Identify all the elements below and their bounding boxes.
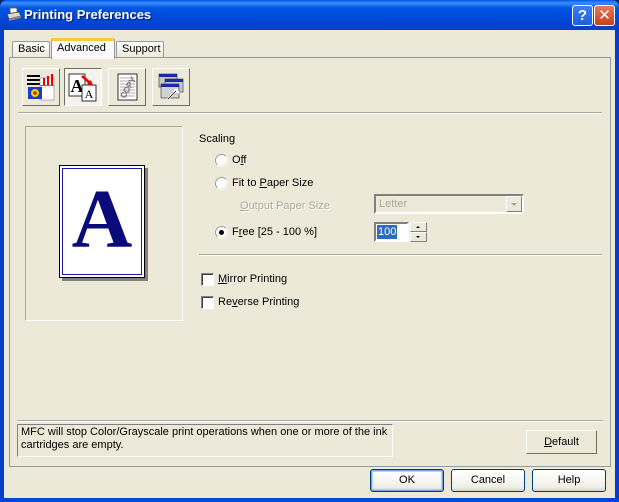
- scaling-button[interactable]: A A: [64, 68, 102, 106]
- window-title: Printing Preferences: [24, 7, 152, 22]
- color-quality-button[interactable]: [22, 68, 60, 106]
- preview-letter: A: [71, 173, 133, 266]
- tab-advanced[interactable]: Advanced: [51, 38, 115, 59]
- reverse-printing-label[interactable]: Reverse Printing: [218, 296, 299, 308]
- cancel-button[interactable]: Cancel: [451, 469, 525, 492]
- preview-box: A: [25, 126, 183, 321]
- svg-text:A: A: [71, 76, 84, 96]
- status-separator: [17, 420, 603, 422]
- window-frame-bottom: [0, 498, 619, 502]
- close-button[interactable]: ✕: [594, 5, 615, 26]
- ok-button[interactable]: OK: [370, 469, 444, 492]
- mirror-printing-checkbox[interactable]: [201, 273, 214, 286]
- advanced-panel: A A COPY A Scaling Off Fit to Paper Size…: [9, 57, 611, 467]
- spin-down-button[interactable]: [410, 232, 427, 242]
- radio-free[interactable]: [215, 226, 228, 239]
- default-button[interactable]: Default: [526, 430, 597, 454]
- title-bar[interactable]: Printing Preferences ? ✕: [0, 0, 619, 30]
- free-scale-spinner: [410, 222, 427, 242]
- free-scale-input[interactable]: 100: [374, 222, 409, 242]
- preview-page: A: [59, 165, 145, 278]
- radio-fit-to-paper-size[interactable]: [215, 177, 228, 190]
- free-scale-value[interactable]: 100: [377, 225, 398, 239]
- tab-support[interactable]: Support: [116, 41, 164, 58]
- radio-off-label[interactable]: Off: [232, 154, 246, 166]
- help-title-button[interactable]: ?: [572, 5, 593, 26]
- scaling-group-label: Scaling: [199, 133, 236, 145]
- printing-preferences-window: Printing Preferences ? ✕ Basic Advanced …: [0, 0, 619, 502]
- scaling-icon: A A: [68, 73, 97, 102]
- status-message: MFC will stop Color/Grayscale print oper…: [17, 424, 393, 457]
- radio-free-label[interactable]: Free [25 - 100 %]: [232, 226, 317, 238]
- chevron-down-icon[interactable]: [506, 196, 522, 212]
- svg-text:A: A: [85, 87, 94, 101]
- watermark-copy-icon: COPY: [117, 73, 138, 101]
- printer-icon: [6, 7, 22, 21]
- radio-off[interactable]: [215, 154, 228, 167]
- device-options-button[interactable]: [152, 68, 190, 106]
- device-options-icon: [158, 73, 184, 100]
- output-paper-size-select[interactable]: Letter: [374, 194, 524, 214]
- radio-selected-dot: [219, 230, 224, 235]
- dialog-client: Basic Advanced Support A A COPY A Scalin…: [4, 30, 615, 498]
- color-quality-icon: [27, 74, 55, 101]
- spin-up-button[interactable]: [410, 222, 427, 232]
- tab-basic[interactable]: Basic: [12, 41, 50, 58]
- radio-fit-to-paper-size-label[interactable]: Fit to Paper Size: [232, 177, 313, 189]
- toolbar-separator: [18, 112, 602, 114]
- help-button[interactable]: Help: [532, 469, 606, 492]
- output-paper-size-value: Letter: [379, 198, 408, 210]
- output-paper-size-label: Output Paper Size: [240, 200, 330, 212]
- scaling-separator: [199, 254, 602, 256]
- mirror-printing-label[interactable]: Mirror Printing: [218, 273, 287, 285]
- watermark-button[interactable]: COPY: [108, 68, 146, 106]
- reverse-printing-checkbox[interactable]: [201, 296, 214, 309]
